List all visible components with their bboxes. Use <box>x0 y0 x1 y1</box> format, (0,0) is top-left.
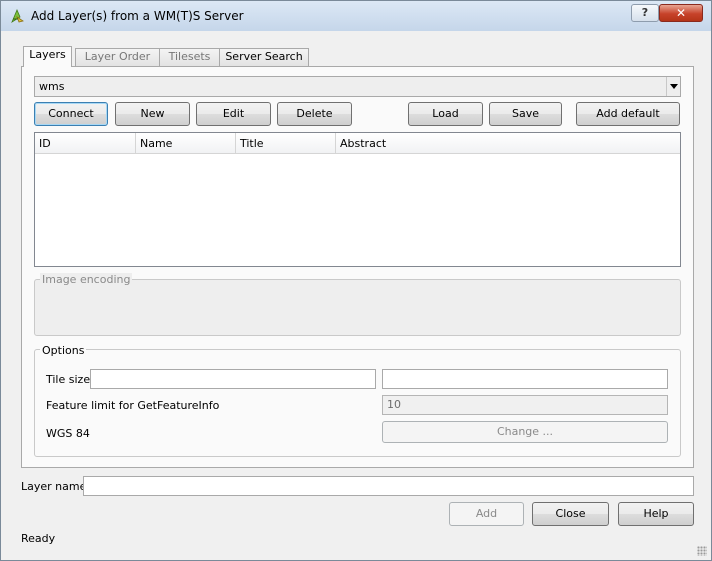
tab-server-search[interactable]: Server Search <box>219 48 309 66</box>
layer-name-label: Layer name <box>21 480 87 493</box>
load-button[interactable]: Load <box>408 102 483 126</box>
title-close-button[interactable]: ✕ <box>659 4 703 22</box>
qgis-icon <box>11 8 24 24</box>
layers-table[interactable]: ID Name Title Abstract <box>34 132 681 267</box>
feature-limit-label: Feature limit for GetFeatureInfo <box>46 399 220 412</box>
image-encoding-title: Image encoding <box>40 273 133 286</box>
column-header-title[interactable]: Title <box>236 133 336 154</box>
tab-tilesets[interactable]: Tilesets <box>159 48 220 66</box>
add-default-servers-button[interactable]: Add default servers <box>576 102 680 142</box>
layer-name-input[interactable] <box>83 476 694 496</box>
add-wms-dialog: Add Layer(s) from a WM(T)S Server ? ✕ La… <box>0 0 712 561</box>
chevron-down-icon[interactable] <box>666 77 680 96</box>
column-header-name[interactable]: Name <box>136 133 236 154</box>
help-button[interactable]: Help <box>618 502 694 526</box>
connect-button[interactable]: Connect <box>34 102 108 126</box>
title-bar[interactable]: Add Layer(s) from a WM(T)S Server ? ✕ <box>1 1 711 31</box>
options-title: Options <box>40 344 87 357</box>
window-title: Add Layer(s) from a WM(T)S Server <box>31 9 244 23</box>
close-button[interactable]: Close <box>532 502 609 526</box>
status-text: Ready <box>21 532 56 545</box>
server-connection-value: wms <box>39 80 65 93</box>
change-crs-button[interactable]: Change ... <box>382 421 668 443</box>
delete-button[interactable]: Delete <box>277 102 352 126</box>
tab-layer-order[interactable]: Layer Order <box>75 48 160 66</box>
title-help-button[interactable]: ? <box>631 4 659 22</box>
save-button[interactable]: Save <box>489 102 562 126</box>
crs-label: WGS 84 <box>46 427 90 440</box>
layers-table-header: ID Name Title Abstract <box>35 133 680 154</box>
feature-limit-input[interactable]: 10 <box>382 395 668 415</box>
tab-layers[interactable]: Layers <box>23 46 72 67</box>
image-encoding-group <box>34 279 681 336</box>
edit-button[interactable]: Edit <box>196 102 271 126</box>
column-header-id[interactable]: ID <box>35 133 136 154</box>
tile-height-input[interactable] <box>382 369 668 389</box>
column-header-abstract[interactable]: Abstract <box>336 133 680 154</box>
server-connection-select[interactable]: wms <box>34 76 681 97</box>
add-button[interactable]: Add <box>449 502 524 526</box>
tile-size-label: Tile size <box>46 373 91 386</box>
new-button[interactable]: New <box>115 102 190 126</box>
resize-grip-icon[interactable] <box>697 546 707 556</box>
tile-width-input[interactable] <box>90 369 376 389</box>
